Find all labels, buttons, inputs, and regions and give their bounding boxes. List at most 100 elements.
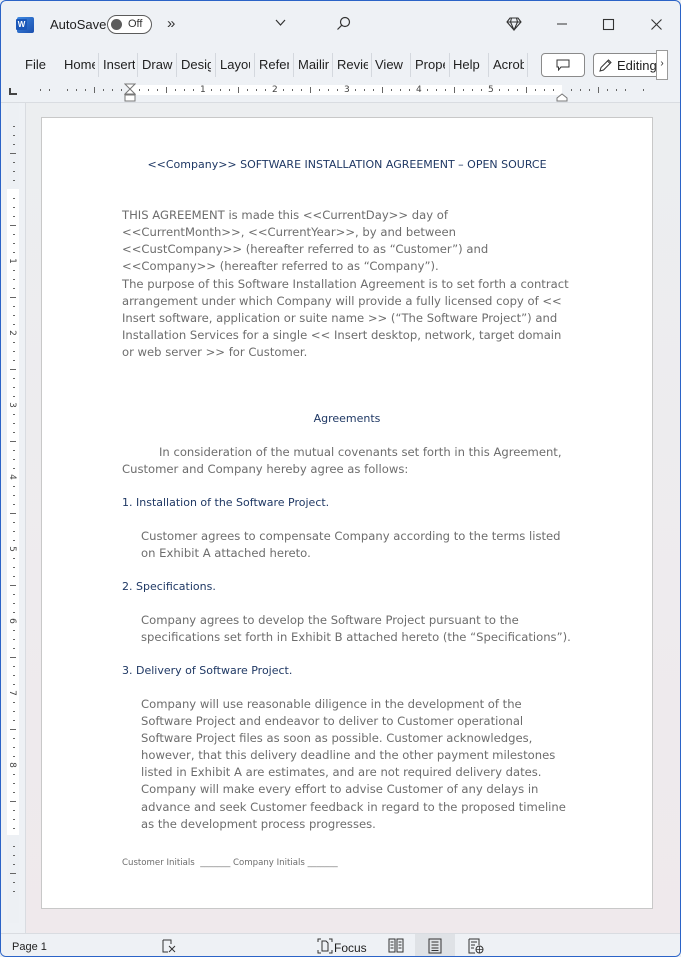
page-indicator[interactable]: Page 1 [12,941,47,953]
ruler-tick [373,89,374,91]
tab-divider [293,53,294,77]
ruler-tick [94,87,95,93]
ruler-label: 7 [6,690,17,696]
pencil-icon [598,58,613,76]
ruler-label: 5 [488,85,494,95]
tab-help[interactable]: Help [453,57,483,72]
ruler-tick [13,747,15,748]
ruler-tick [13,864,15,865]
tab-home[interactable]: Home [64,57,95,72]
document-title: <<Company>> SOFTWARE INSTALLATION AGREEM… [147,158,547,171]
ruler-tick [13,414,15,415]
ruler-tick [166,87,167,93]
ruler-tick [13,315,15,316]
ruler-tick [247,89,248,91]
ruler-tick [13,450,15,451]
ruler-tick [184,89,185,91]
tab-acrobat[interactable]: Acrobat [493,57,524,72]
read-mode-icon[interactable] [388,938,404,956]
ruler-tick [10,225,16,226]
word-logo-icon: W [16,17,34,33]
tab-divider [449,53,450,77]
document-page[interactable]: <<Company>> SOFTWARE INSTALLATION AGREEM… [41,117,653,909]
tab-review[interactable]: Review [337,57,368,72]
ruler-tick [13,396,15,397]
ruler-tick [85,89,86,91]
ruler-tick [13,576,15,577]
ruler-tick [13,522,15,523]
ruler-tick [526,87,527,93]
status-bar: Page 1 Focus [1,933,680,956]
tab-references[interactable]: References [259,57,289,72]
ruler-tick [643,89,644,91]
ruler-tick [553,89,554,91]
ruler-tick [13,828,15,829]
ruler-tick [13,144,15,145]
ruler-tick [319,89,320,91]
web-layout-icon[interactable] [468,938,484,956]
ruler-tick [283,89,284,91]
ruler-tick [13,738,15,739]
ruler-tick [13,756,15,757]
ruler-tick [13,792,15,793]
ruler-tick [13,891,15,892]
ruler-tick [13,468,15,469]
ruler-tick [427,89,428,91]
close-icon[interactable] [650,18,663,34]
overflow-icon[interactable]: » [167,15,175,32]
tab-layout[interactable]: Layout [220,57,250,72]
section-heading: 3. Delivery of Software Project. [122,664,293,677]
autosave-state: Off [128,18,143,30]
ruler-tick [13,846,15,847]
tab-divider [371,53,372,77]
tab-file[interactable]: File [25,57,51,72]
ruler-tick [13,504,15,505]
ruler-tick [409,89,410,91]
ruler-label: 3 [344,85,350,95]
ruler-tick [13,783,15,784]
autosave-toggle[interactable]: Off [107,15,152,34]
ruler-tick [13,612,15,613]
ruler-tick [13,216,15,217]
tab-design[interactable]: Design [181,57,211,72]
tab-divider [410,53,411,77]
ruler-tick [13,342,15,343]
tab-selector-icon[interactable] [9,88,17,95]
search-icon[interactable] [336,16,351,34]
ruler-tick [13,666,15,667]
editing-label: Editing [617,58,657,73]
tab-divider [137,53,138,77]
ruler-tick [10,441,16,442]
ruler-tick [220,89,221,91]
ruler-tick [13,702,15,703]
ruler-tick [13,648,15,649]
proofing-icon[interactable] [161,938,177,956]
ruler-tick [13,810,15,811]
ruler-tick [139,89,140,91]
tab-mailings[interactable]: Mailings [298,57,329,72]
comments-button[interactable] [541,53,585,77]
tab-properties[interactable]: Properties [415,57,445,72]
focus-button[interactable]: Focus [334,941,367,955]
chevron-down-icon[interactable] [274,16,287,32]
tab-insert[interactable]: Insert [103,57,135,72]
section-heading: 1. Installation of the Software Project. [122,496,330,509]
ruler-tick [10,513,16,514]
ruler-tick [571,89,572,91]
ruler-tick [301,89,302,91]
tab-view[interactable]: View [375,57,405,72]
ruler-tick [157,89,158,91]
ruler-tick [589,89,590,91]
chevron-right-icon[interactable]: › [656,50,668,80]
ruler-tick [13,711,15,712]
minimize-icon[interactable] [555,17,569,34]
diamond-icon[interactable] [506,17,522,34]
focus-icon[interactable] [317,938,333,956]
print-layout-icon[interactable] [428,938,442,956]
ruler-tick [454,87,455,93]
ruler-label: 5 [6,546,17,552]
tab-draw[interactable]: Draw [142,57,174,72]
ruler-label: 2 [272,85,278,95]
editing-mode-button[interactable]: Editing [593,53,661,77]
maximize-icon[interactable] [602,18,615,34]
